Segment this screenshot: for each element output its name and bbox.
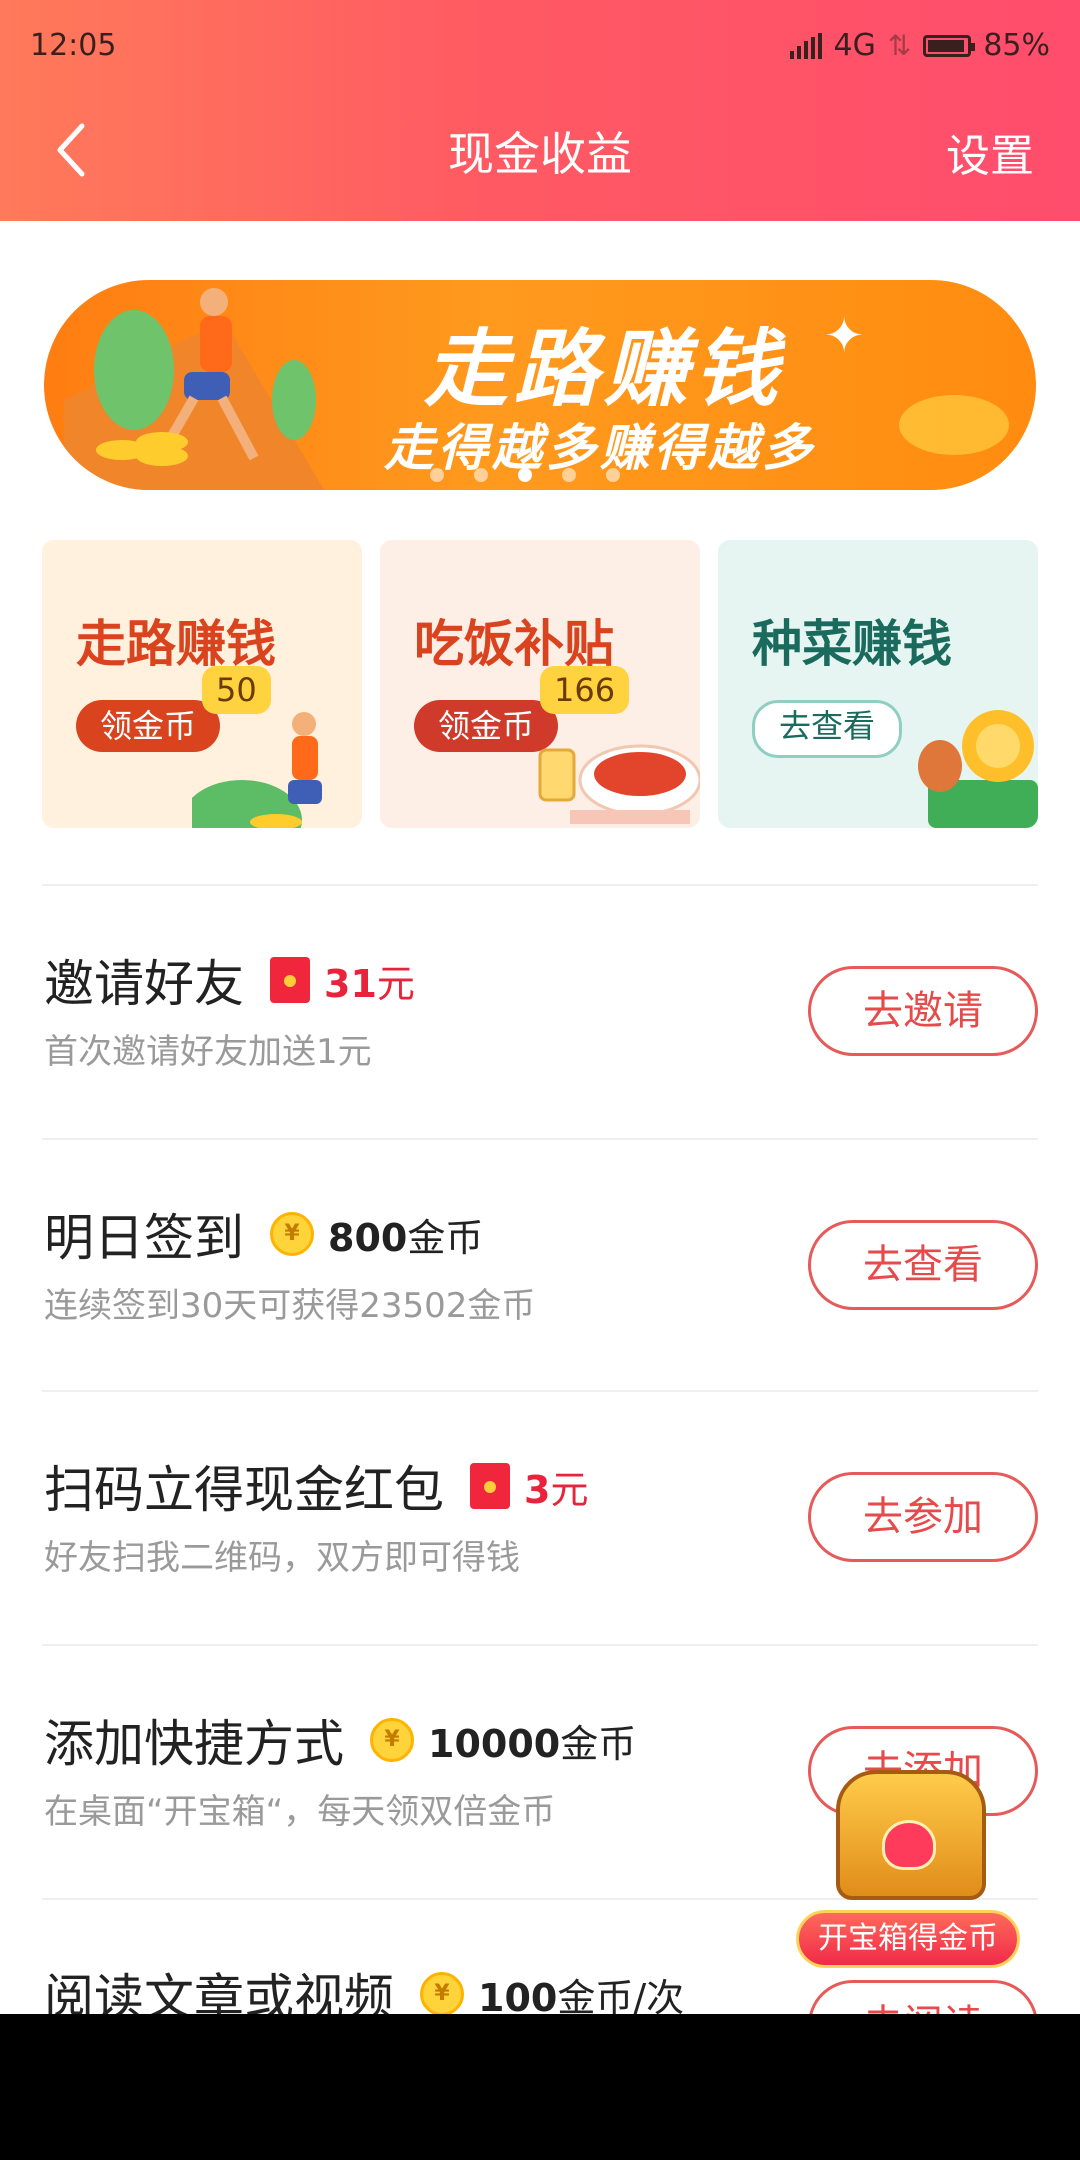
task-row: 明日签到 ¥800金币 连续签到30天可获得23502金币 去查看: [42, 1138, 1038, 1392]
battery-percent: 85%: [983, 28, 1050, 63]
task-row: 扫码立得现金红包 3元 好友扫我二维码，双方即可得钱 去参加: [42, 1390, 1038, 1644]
task-title: 添加快捷方式: [44, 1715, 344, 1773]
task-title: 扫码立得现金红包: [44, 1461, 444, 1519]
reward-unit: 金币/次: [557, 1975, 685, 2015]
task-title: 邀请好友: [44, 955, 244, 1013]
crayfish-dish-icon: [538, 744, 700, 824]
carousel-dot: [430, 468, 444, 482]
card-button[interactable]: 去查看: [752, 700, 903, 758]
read-button[interactable]: 去阅读: [808, 1980, 1038, 2014]
status-bar: 12:05 4G ⇅ 85%: [30, 28, 1050, 68]
task-reward: ¥10000金币: [370, 1713, 636, 1768]
task-row: 邀请好友 31元 首次邀请好友加送1元 去邀请: [42, 884, 1038, 1138]
header: 12:05 4G ⇅ 85% 现金收益 设置: [0, 0, 1080, 221]
reward-value: 100: [478, 1975, 558, 2015]
reward-value: 31: [324, 961, 377, 1006]
treasure-chest-label: 开宝箱得金币: [796, 1910, 1020, 1968]
card-farm-earn[interactable]: 种菜赚钱 去查看: [718, 540, 1038, 828]
task-description: 首次邀请好友加送1元: [44, 1032, 372, 1072]
join-button[interactable]: 去参加: [808, 1472, 1038, 1562]
carousel-dot: [474, 468, 488, 482]
screen: 12:05 4G ⇅ 85% 现金收益 设置 走路赚钱 走得越多赚得越多 ✦ 走…: [0, 0, 1080, 2014]
task-title: 阅读文章或视频: [44, 1969, 394, 2014]
red-envelope-icon: [270, 957, 310, 1003]
reward-unit: 元: [550, 1467, 589, 1512]
carousel-dot: [606, 468, 620, 482]
card-meal-subsidy[interactable]: 吃饭补贴 领金币 166: [380, 540, 700, 828]
reward-unit: 金币: [560, 1721, 637, 1766]
settings-button[interactable]: 设置: [946, 120, 1034, 184]
network-label: 4G: [833, 28, 876, 63]
signal-icon: [789, 32, 822, 59]
gold-coin-icon: ¥: [270, 1212, 314, 1256]
status-time: 12:05: [30, 28, 117, 63]
gold-coin-icon: ¥: [420, 1972, 464, 2014]
reward-unit: 金币: [407, 1215, 484, 1260]
sparkle-icon: ✦: [824, 308, 865, 364]
feature-cards: 走路赚钱 领金币 50 吃饭补贴 领金币 166 种菜赚钱 去查看: [42, 540, 1038, 830]
coin-decor-icon: [899, 395, 1009, 455]
card-walk-earn[interactable]: 走路赚钱 领金币 50: [42, 540, 362, 828]
task-title: 明日签到: [44, 1209, 244, 1267]
status-right: 4G ⇅ 85%: [789, 28, 1050, 63]
runner-icon: [192, 712, 322, 828]
reward-value: 800: [328, 1215, 408, 1260]
reward-unit: 元: [376, 961, 415, 1006]
view-button[interactable]: 去查看: [808, 1220, 1038, 1310]
banner-title: 走路赚钱: [424, 320, 785, 418]
reward-value: 10000: [428, 1721, 561, 1766]
carousel-indicator: [430, 468, 620, 482]
sunflower-icon: [918, 710, 1038, 828]
gold-coin-icon: ¥: [370, 1718, 414, 1762]
card-badge: 166: [540, 666, 630, 714]
task-description: 连续签到30天可获得23502金币: [44, 1286, 536, 1326]
task-reward: ¥800金币: [270, 1207, 483, 1262]
reward-value: 3: [524, 1467, 551, 1512]
card-badge: 50: [202, 666, 271, 714]
task-reward: 31元: [270, 953, 415, 1008]
carousel-dot-active: [518, 468, 532, 482]
heart-icon: [882, 1820, 936, 1870]
card-title: 种菜赚钱: [752, 615, 952, 673]
task-reward: ¥100金币/次: [420, 1967, 685, 2015]
task-description: 在桌面“开宝箱“，每天领双倍金币: [44, 1792, 556, 1832]
red-envelope-icon: [470, 1463, 510, 1509]
data-arrows-icon: ⇅: [887, 29, 912, 62]
treasure-chest-float[interactable]: 开宝箱得金币: [796, 1770, 1020, 1970]
runner-illustration-icon: [64, 288, 324, 490]
page-title: 现金收益: [448, 127, 632, 181]
promo-banner[interactable]: 走路赚钱 走得越多赚得越多 ✦: [44, 280, 1036, 490]
task-description: 好友扫我二维码，双方即可得钱: [44, 1538, 520, 1578]
battery-icon: [923, 34, 976, 57]
carousel-dot: [562, 468, 576, 482]
task-reward: 3元: [470, 1459, 588, 1514]
nav-bar: 现金收益 设置: [0, 110, 1080, 190]
invite-button[interactable]: 去邀请: [808, 966, 1038, 1056]
